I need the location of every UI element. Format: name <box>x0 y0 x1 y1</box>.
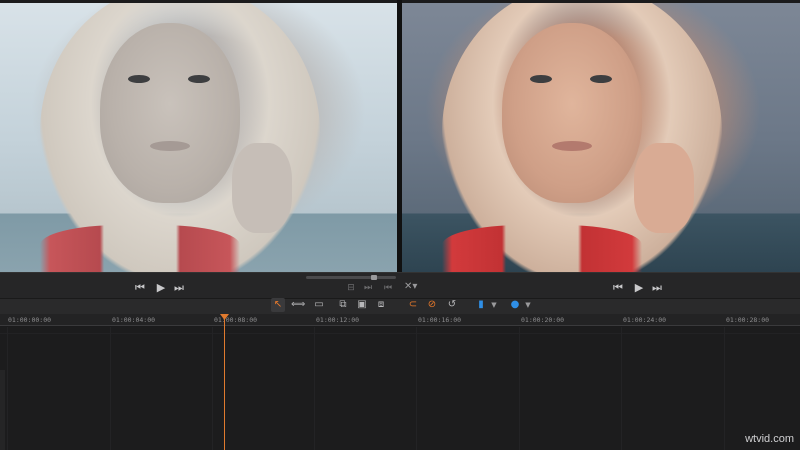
lips-shape <box>150 141 190 151</box>
grid-line <box>7 327 8 450</box>
insert-icon[interactable]: ⧉ <box>336 298 350 312</box>
overwrite-icon[interactable]: ▣ <box>355 298 369 312</box>
hand-shape <box>634 143 694 233</box>
timeline-play-icon[interactable]: ▶ <box>633 281 645 295</box>
snap-icon[interactable]: ⊂ <box>406 298 420 312</box>
source-play-icon[interactable]: ▶ <box>155 281 167 295</box>
grid-line <box>519 327 520 450</box>
timeline-prev-icon[interactable]: ⏮ <box>612 281 624 295</box>
source-next-icon[interactable]: ⏭ <box>173 281 185 295</box>
face-shape <box>100 23 240 203</box>
track-header-edge <box>0 370 5 450</box>
source-scrubber-track[interactable] <box>306 276 396 279</box>
grid-line <box>621 327 622 450</box>
bikini-shape <box>442 225 642 272</box>
track-divider <box>0 333 800 334</box>
timeline-tracks[interactable] <box>0 327 800 450</box>
timecode-label: 01:00:24:00 <box>623 316 667 324</box>
transport-bar <box>0 272 800 298</box>
blade-icon[interactable]: ▭ <box>312 298 326 312</box>
timecode-label: 01:00:04:00 <box>112 316 156 324</box>
face-shape <box>502 23 642 203</box>
timecode-label: 01:00:08:00 <box>214 316 258 324</box>
selection-icon[interactable]: ↖ <box>271 298 285 312</box>
eye-shape <box>188 75 210 83</box>
watermark-text: wtvid.com <box>745 433 794 445</box>
lips-shape <box>552 141 592 151</box>
split-view-icon[interactable]: ✕▾ <box>404 281 420 293</box>
timecode-label: 01:00:12:00 <box>316 316 360 324</box>
timeline-next-icon[interactable]: ⏭ <box>651 281 663 295</box>
source-viewer[interactable] <box>0 3 397 272</box>
timeline-viewer[interactable] <box>402 3 800 272</box>
flag-icon[interactable]: ▮ <box>474 298 488 312</box>
replace-icon[interactable]: ⧈ <box>374 298 388 312</box>
source-scrubber-handle[interactable] <box>371 275 377 280</box>
loop-icon[interactable]: ↺ <box>445 298 459 312</box>
eye-shape <box>530 75 552 83</box>
link-icon[interactable]: ⊘ <box>425 298 439 312</box>
grid-line <box>314 327 315 450</box>
eye-shape <box>128 75 150 83</box>
timecode-label: 01:00:00:00 <box>8 316 52 324</box>
grid-line <box>416 327 417 450</box>
timecode-label: 01:00:28:00 <box>726 316 770 324</box>
playhead-line[interactable] <box>224 318 225 450</box>
hand-shape <box>232 143 292 233</box>
jump-in-icon[interactable]: ⏮ <box>382 281 394 295</box>
eye-shape <box>590 75 612 83</box>
source-prev-icon[interactable]: ⏮ <box>134 281 146 295</box>
trim-icon[interactable]: ⟺ <box>291 298 305 312</box>
jump-out-icon[interactable]: ⏭ <box>362 281 374 295</box>
source-frame-image <box>0 3 397 272</box>
edit-toolbar <box>0 298 800 314</box>
flag-dropdown-icon[interactable]: ▼ <box>490 298 498 312</box>
marker-icon[interactable]: ● <box>508 298 522 312</box>
grid-line <box>110 327 111 450</box>
mark-clip-icon[interactable]: ⊟ <box>345 281 357 295</box>
timecode-label: 01:00:20:00 <box>521 316 565 324</box>
marker-dropdown-icon[interactable]: ▼ <box>524 298 532 312</box>
graded-frame-image <box>402 3 800 272</box>
grid-line <box>724 327 725 450</box>
bikini-shape <box>40 225 240 272</box>
timecode-label: 01:00:16:00 <box>418 316 462 324</box>
grid-line <box>212 327 213 450</box>
editor-window: ⏮ ▶ ⏭ ⊟ ⏭ ⏮ ✕▾ ⏮ ▶ ⏭ ↖ ⟺ ▭ ⧉ ▣ ⧈ ⊂ ⊘ ↺ ▮… <box>0 0 800 450</box>
